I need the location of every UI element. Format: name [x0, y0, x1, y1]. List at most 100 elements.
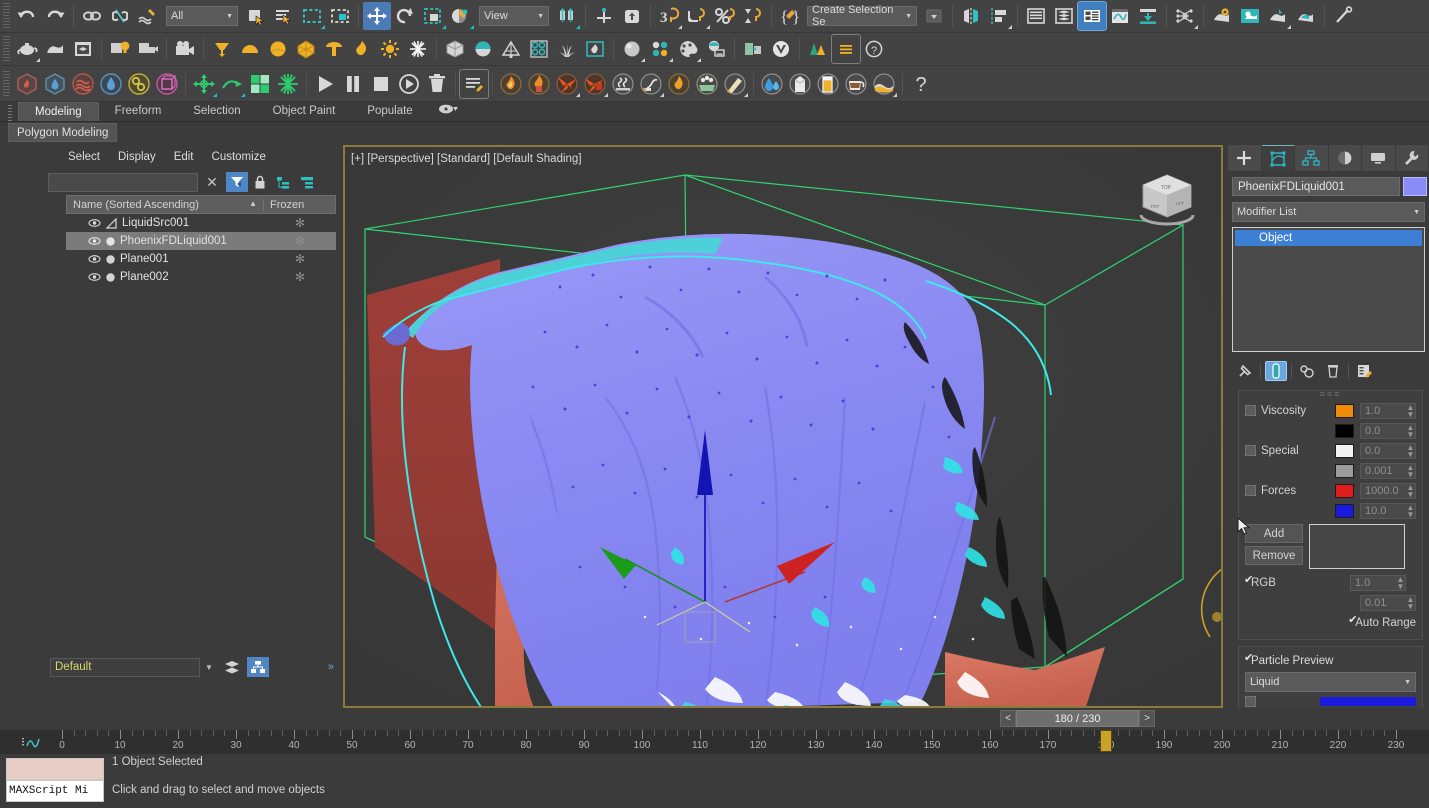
forces-color-swatch-2[interactable] [1335, 503, 1354, 518]
menu-edit[interactable]: Edit [174, 151, 194, 163]
align-icon[interactable] [985, 2, 1013, 30]
object-name-field[interactable]: PhoenixFDLiquid001 [1232, 177, 1400, 196]
map-browser-icon[interactable] [702, 35, 730, 63]
visibility-eye-icon[interactable] [88, 272, 101, 282]
table-row[interactable]: LiquidSrc001 ✻ [66, 214, 336, 232]
movie-camera-icon[interactable] [171, 35, 199, 63]
arrow-right-icon[interactable] [218, 70, 246, 98]
rgb-spinner[interactable]: 1.0 ▲ ▼ [1350, 574, 1406, 591]
toolbar-grip[interactable] [3, 70, 10, 97]
mirror-icon[interactable] [957, 2, 985, 30]
menu-display[interactable]: Display [118, 151, 156, 163]
modifier-list-combo[interactable]: Modifier List ▼ [1232, 202, 1425, 222]
mushroom-icon[interactable] [320, 35, 348, 63]
multi-material-icon[interactable] [646, 35, 674, 63]
show-end-result-icon[interactable] [1265, 361, 1287, 381]
render-setup-icon[interactable] [1236, 2, 1264, 30]
visibility-eye-icon[interactable] [88, 236, 101, 246]
track-bar[interactable]: 0 10 20 30 40 50 60 70 80 90 100 110 120 130 140 150 160… [0, 730, 1429, 754]
explosion2-preset-icon[interactable] [581, 70, 609, 98]
special-spinner-2[interactable]: 0.001 ▲ ▼ [1360, 462, 1416, 479]
table-row[interactable]: Plane002 ✻ [66, 268, 336, 286]
select-and-link-icon[interactable] [78, 2, 106, 30]
hierarchy-tab-icon[interactable] [1295, 145, 1329, 171]
flame-body-icon[interactable] [348, 35, 376, 63]
brush-preset-icon[interactable] [721, 70, 749, 98]
particle-view-icon[interactable] [1171, 2, 1199, 30]
expand-all-icon[interactable] [276, 176, 294, 189]
vray-icon[interactable] [767, 35, 795, 63]
layers-icon[interactable] [222, 657, 242, 677]
grid-icon[interactable] [246, 70, 274, 98]
window-crossing-icon[interactable] [326, 2, 354, 30]
ribbon-panel-polygon-modeling[interactable]: Polygon Modeling [8, 122, 118, 142]
frozen-cell[interactable]: ✻ [264, 252, 336, 266]
viewport-label-shading[interactable]: [Default Shading] [493, 153, 581, 165]
remove-button[interactable]: Remove [1245, 546, 1303, 565]
cloud-object-icon[interactable] [41, 35, 69, 63]
fire-smoke-sim-icon[interactable] [13, 70, 41, 98]
overflow-indicator[interactable]: » [328, 661, 334, 673]
particle-color-checkbox[interactable] [1245, 696, 1256, 707]
sphere-source-icon[interactable] [264, 35, 292, 63]
visibility-eye-icon[interactable] [88, 254, 101, 264]
spinner-arrows-icon[interactable]: ▲ ▼ [1406, 595, 1415, 610]
make-unique-icon[interactable] [1296, 361, 1318, 381]
steam-preset-icon[interactable] [609, 70, 637, 98]
utilities-tab-icon[interactable] [1395, 145, 1429, 171]
pause-simulation-icon[interactable] [339, 70, 367, 98]
reference-coordinate-system-combo[interactable]: View ▼ [479, 6, 549, 26]
teapot-icon[interactable] [13, 35, 41, 63]
list-icon[interactable] [831, 34, 861, 64]
viscosity-spinner[interactable]: 1.0 ▲ ▼ [1360, 402, 1416, 419]
menu-select[interactable]: Select [68, 151, 100, 163]
fireball-preset-icon[interactable] [497, 70, 525, 98]
modifier-stack-item-object[interactable]: Object [1235, 230, 1422, 246]
smoke-cloud-icon[interactable] [69, 70, 97, 98]
forces-checkbox[interactable] [1245, 485, 1256, 496]
snaps-toggle-icon[interactable]: 3 [655, 2, 683, 30]
pin-stack-icon[interactable] [1234, 361, 1256, 381]
ribbon-toggle-icon[interactable] [1077, 1, 1107, 31]
bind-to-space-warp-icon[interactable] [134, 2, 162, 30]
current-frame-display[interactable]: 180 / 230 [1016, 710, 1139, 727]
table-row[interactable]: Plane001 ✻ [66, 250, 336, 268]
toolbar-grip[interactable] [3, 3, 10, 29]
perspective-viewport[interactable]: [+] [Perspective] [Standard] [Default Sh… [343, 145, 1223, 708]
forces-list-box[interactable] [1309, 524, 1405, 569]
render-production-icon[interactable] [1292, 2, 1320, 30]
splash-preset-icon[interactable] [758, 70, 786, 98]
spinner-arrows-icon[interactable]: ▲ ▼ [1406, 423, 1415, 438]
ribbon-options-icon[interactable] [429, 102, 467, 121]
stop-simulation-icon[interactable] [367, 70, 395, 98]
object-color-swatch[interactable] [1403, 177, 1427, 196]
ribbon-tab-selection[interactable]: Selection [177, 102, 256, 121]
frozen-cell[interactable]: ✻ [264, 234, 336, 248]
forest-pack-icon[interactable] [804, 35, 832, 63]
viscosity-checkbox[interactable] [1245, 405, 1256, 416]
camera-note-icon[interactable] [134, 35, 162, 63]
container-icon[interactable] [69, 35, 97, 63]
clear-search-icon[interactable]: ✕ [204, 174, 220, 191]
project-folder-icon[interactable] [1329, 2, 1357, 30]
coffee-preset-icon[interactable] [842, 70, 870, 98]
ribbon-tab-populate[interactable]: Populate [351, 102, 428, 121]
fire-panel-icon[interactable] [581, 35, 609, 63]
light-note-icon[interactable] [106, 35, 134, 63]
spinner-arrows-icon[interactable]: ▲ ▼ [1396, 575, 1405, 590]
column-header-name[interactable]: Name (Sorted Ascending) ▲ [67, 199, 263, 211]
phoenix-box-icon[interactable] [153, 70, 181, 98]
explosion-preset-icon[interactable] [553, 70, 581, 98]
forces-spinner[interactable]: 1000.0 ▲ ▼ [1360, 482, 1416, 499]
maxscript-input-pane[interactable]: MAXScript Mi [6, 780, 104, 802]
particle-preview-type-combo[interactable]: Liquid ▼ [1245, 672, 1416, 692]
select-and-place-icon[interactable] [447, 2, 475, 30]
modifier-stack[interactable]: Object [1232, 227, 1425, 352]
redo-icon[interactable] [41, 2, 69, 30]
display-tab-icon[interactable] [1362, 145, 1396, 171]
special-color-swatch-2[interactable] [1335, 463, 1354, 478]
special-spinner[interactable]: 0.0 ▲ ▼ [1360, 442, 1416, 459]
remove-modifier-icon[interactable] [1322, 361, 1344, 381]
maxscript-output-pane[interactable] [6, 758, 104, 780]
viewport-label-view[interactable]: [Perspective] [367, 153, 433, 165]
